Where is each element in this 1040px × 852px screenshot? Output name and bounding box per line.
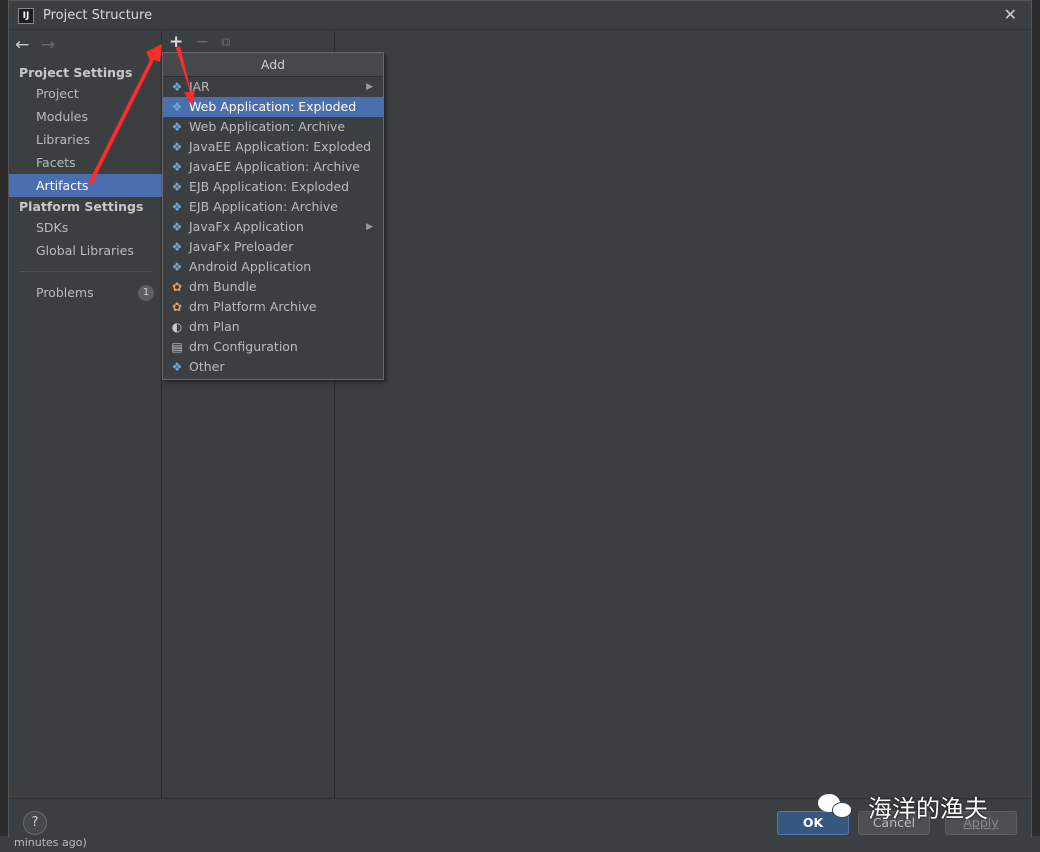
popup-item-label: Web Application: Exploded: [189, 99, 357, 114]
popup-item-label: JAR: [189, 79, 210, 94]
platform-settings-header: Platform Settings: [19, 199, 144, 214]
popup-item-android-application[interactable]: ❖ Android Application: [163, 257, 383, 277]
add-artifact-popup: Add ❖ JAR ▶ ❖ Web Application: Exploded ❖ Web …: [162, 52, 384, 380]
problems-count-badge: 1: [138, 285, 154, 301]
submenu-arrow-icon: ▶: [366, 82, 373, 92]
plan-icon: ◐: [171, 320, 183, 334]
popup-item-label: dm Configuration: [189, 339, 298, 354]
popup-item-ejb-application-archive[interactable]: ❖ EJB Application: Archive: [163, 197, 383, 217]
problems-label: Problems: [36, 285, 94, 300]
sidebar-item-artifacts[interactable]: Artifacts: [9, 174, 162, 197]
sidebar-item-sdks[interactable]: SDKs: [9, 216, 162, 239]
popup-item-label: JavaFx Application: [189, 219, 304, 234]
watermark-text: 海洋的渔夫: [868, 794, 988, 823]
remove-artifact-button[interactable]: −: [195, 32, 209, 52]
sidebar-item-facets[interactable]: Facets: [9, 151, 162, 174]
popup-item-javafx-application[interactable]: ❖ JavaFx Application ▶: [163, 217, 383, 237]
popup-item-label: Android Application: [189, 259, 312, 274]
ejb-diamond-icon: ❖: [171, 200, 183, 214]
popup-item-dm-bundle[interactable]: ✿ dm Bundle: [163, 277, 383, 297]
popup-item-list: ❖ JAR ▶ ❖ Web Application: Exploded ❖ Web Appl…: [163, 77, 383, 377]
popup-item-dm-plan[interactable]: ◐ dm Plan: [163, 317, 383, 337]
popup-item-javafx-preloader[interactable]: ❖ JavaFx Preloader: [163, 237, 383, 257]
project-settings-header: Project Settings: [19, 65, 133, 80]
wechat-logo-icon: [818, 792, 854, 820]
diamond-icon: ❖: [171, 240, 183, 254]
popup-item-javaee-application-exploded[interactable]: ❖ JavaEE Application: Exploded: [163, 137, 383, 157]
bundle-icon: ✿: [171, 280, 183, 294]
popup-item-jar[interactable]: ❖ JAR ▶: [163, 77, 383, 97]
submenu-arrow-icon: ▶: [366, 222, 373, 232]
popup-item-ejb-application-exploded[interactable]: ❖ EJB Application: Exploded: [163, 177, 383, 197]
popup-item-dm-configuration[interactable]: ▤ dm Configuration: [163, 337, 383, 357]
popup-item-label: dm Bundle: [189, 279, 257, 294]
popup-item-web-application-exploded[interactable]: ❖ Web Application: Exploded: [163, 97, 383, 117]
popup-item-label: JavaEE Application: Exploded: [189, 139, 372, 154]
popup-item-other[interactable]: ❖ Other: [163, 357, 383, 377]
bundle-icon: ✿: [171, 300, 183, 314]
diamond-icon: ❖: [171, 260, 183, 274]
settings-sidebar: ← → Project Settings Project Modules Lib…: [9, 31, 162, 798]
artifact-details-panel: [336, 31, 1031, 798]
javaee-diamond-icon: ❖: [171, 160, 183, 174]
diamond-icon: ❖: [171, 220, 183, 234]
background-ide-right: [1032, 0, 1040, 852]
popup-item-label: JavaEE Application: Archive: [189, 159, 360, 174]
popup-item-web-application-archive[interactable]: ❖ Web Application: Archive: [163, 117, 383, 137]
sidebar-item-problems[interactable]: Problems 1: [9, 281, 162, 304]
popup-item-label: dm Plan: [189, 319, 240, 334]
help-button[interactable]: ?: [23, 811, 47, 835]
popup-title: Add: [163, 53, 383, 77]
config-icon: ▤: [171, 340, 183, 354]
sidebar-item-global-libraries[interactable]: Global Libraries: [9, 239, 162, 262]
web-diamond-icon: ❖: [171, 100, 183, 114]
copy-artifact-button[interactable]: ⧉: [221, 35, 230, 50]
popup-item-javaee-application-archive[interactable]: ❖ JavaEE Application: Archive: [163, 157, 383, 177]
title-bar: IJ Project Structure ✕: [9, 1, 1031, 30]
popup-item-label: JavaFx Preloader: [189, 239, 294, 254]
popup-item-label: EJB Application: Archive: [189, 199, 338, 214]
sidebar-item-modules[interactable]: Modules: [9, 105, 162, 128]
diamond-icon: ❖: [171, 360, 183, 374]
popup-item-label: Web Application: Archive: [189, 119, 346, 134]
background-ide-left: [0, 0, 8, 852]
sidebar-divider: [19, 271, 152, 272]
wechat-watermark: 海洋的渔夫: [818, 788, 988, 824]
background-ide-statusbar: minutes ago): [0, 836, 1040, 852]
intellij-logo-icon: IJ: [18, 8, 34, 24]
close-icon[interactable]: ✕: [1004, 5, 1017, 24]
popup-item-label: dm Platform Archive: [189, 299, 317, 314]
ejb-diamond-icon: ❖: [171, 180, 183, 194]
popup-item-label: EJB Application: Exploded: [189, 179, 350, 194]
popup-item-label: Other: [189, 359, 225, 374]
add-artifact-button[interactable]: +: [169, 32, 183, 52]
back-arrow-icon[interactable]: ←: [15, 35, 29, 55]
sidebar-item-libraries[interactable]: Libraries: [9, 128, 162, 151]
forward-arrow-icon[interactable]: →: [41, 35, 55, 55]
sidebar-item-project[interactable]: Project: [9, 82, 162, 105]
window-title: Project Structure: [43, 8, 153, 23]
diamond-icon: ❖: [171, 80, 183, 94]
web-diamond-icon: ❖: [171, 120, 183, 134]
javaee-diamond-icon: ❖: [171, 140, 183, 154]
popup-item-dm-platform-archive[interactable]: ✿ dm Platform Archive: [163, 297, 383, 317]
